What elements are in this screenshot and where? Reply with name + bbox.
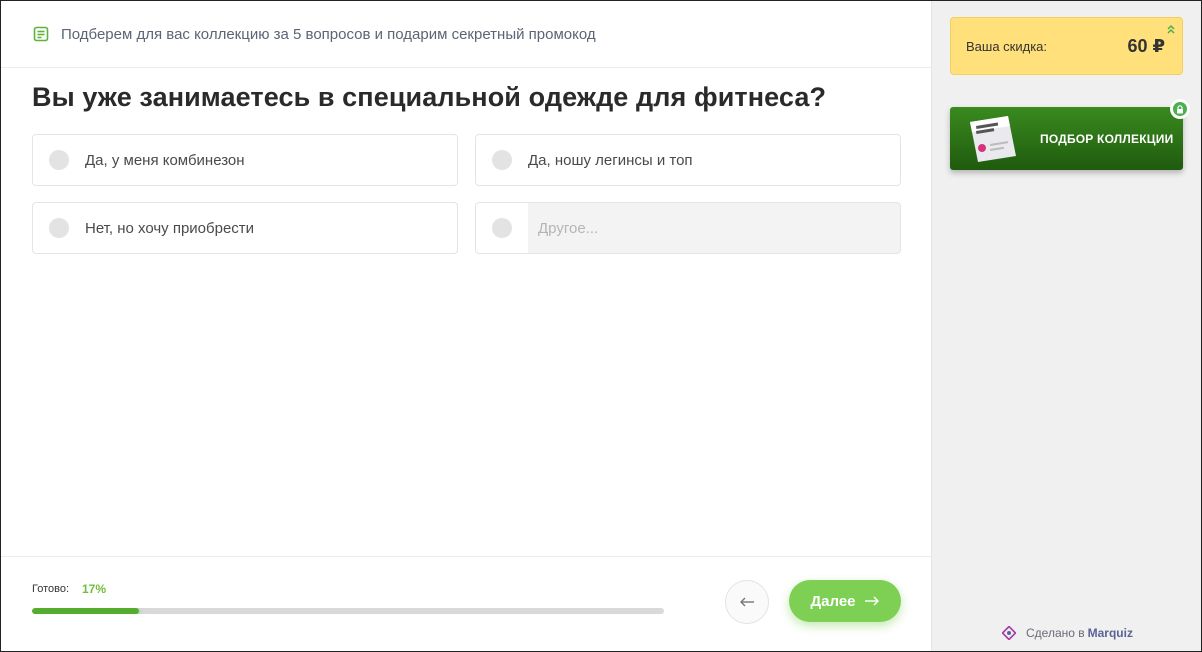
lock-badge xyxy=(1170,99,1190,119)
option-want-to-buy[interactable]: Нет, но хочу приобрести xyxy=(32,202,458,254)
radio-button[interactable] xyxy=(49,218,69,238)
quiz-intro-text: Подберем для вас коллекцию за 5 вопросов… xyxy=(61,25,596,43)
option-other[interactable] xyxy=(475,202,901,254)
catalog-book-icon xyxy=(970,115,1016,162)
radio-button[interactable] xyxy=(492,218,512,238)
progress-percent: 17% xyxy=(82,582,107,596)
question-title: Вы уже занимаетесь в специальной одежде … xyxy=(32,82,827,112)
lock-icon xyxy=(1177,104,1183,113)
quiz-main: Подберем для вас коллекцию за 5 вопросов… xyxy=(1,1,931,651)
discount-label: Ваша скидка: xyxy=(966,38,1048,54)
other-input[interactable] xyxy=(528,203,900,253)
checklist-icon xyxy=(33,26,49,42)
discount-box: Ваша скидка: 60 ₽ xyxy=(950,17,1183,75)
next-button-label: Далее xyxy=(810,592,856,610)
made-by-brand: Marquiz xyxy=(1087,626,1133,640)
marquiz-logo-icon xyxy=(1002,626,1016,640)
arrow-left-icon xyxy=(740,597,754,607)
made-by-prefix: Сделано в xyxy=(1026,626,1085,640)
back-button[interactable] xyxy=(725,580,769,624)
radio-button[interactable] xyxy=(49,150,69,170)
option-leggings-top[interactable]: Да, ношу легинсы и топ xyxy=(475,134,901,186)
progress-bar xyxy=(32,608,664,614)
double-chevron-up-icon xyxy=(1167,24,1175,34)
discount-value: 60 ₽ xyxy=(1127,35,1165,56)
collection-label: ПОДБОР КОЛЛЕКЦИИ xyxy=(1040,131,1174,146)
made-by-credit[interactable]: Сделано в Marquiz xyxy=(1002,626,1133,640)
progress-label: Готово: xyxy=(32,583,70,595)
option-jumpsuit[interactable]: Да, у меня комбинезон xyxy=(32,134,458,186)
next-button[interactable]: Далее xyxy=(789,580,901,622)
arrow-right-icon xyxy=(864,596,879,606)
quiz-footer: Готово: 17% Далее xyxy=(1,556,931,651)
option-label: Нет, но хочу приобрести xyxy=(85,219,255,237)
quiz-header: Подберем для вас коллекцию за 5 вопросов… xyxy=(1,1,931,68)
option-label: Да, у меня комбинезон xyxy=(85,151,245,169)
progress-fill xyxy=(32,608,140,614)
sidebar: Ваша скидка: 60 ₽ ПОДБОР КОЛЛЕКЦИИ Сдела… xyxy=(931,1,1201,651)
radio-button[interactable] xyxy=(492,150,512,170)
collection-offer[interactable]: ПОДБОР КОЛЛЕКЦИИ xyxy=(950,99,1190,170)
option-label: Да, ношу легинсы и топ xyxy=(528,151,693,169)
